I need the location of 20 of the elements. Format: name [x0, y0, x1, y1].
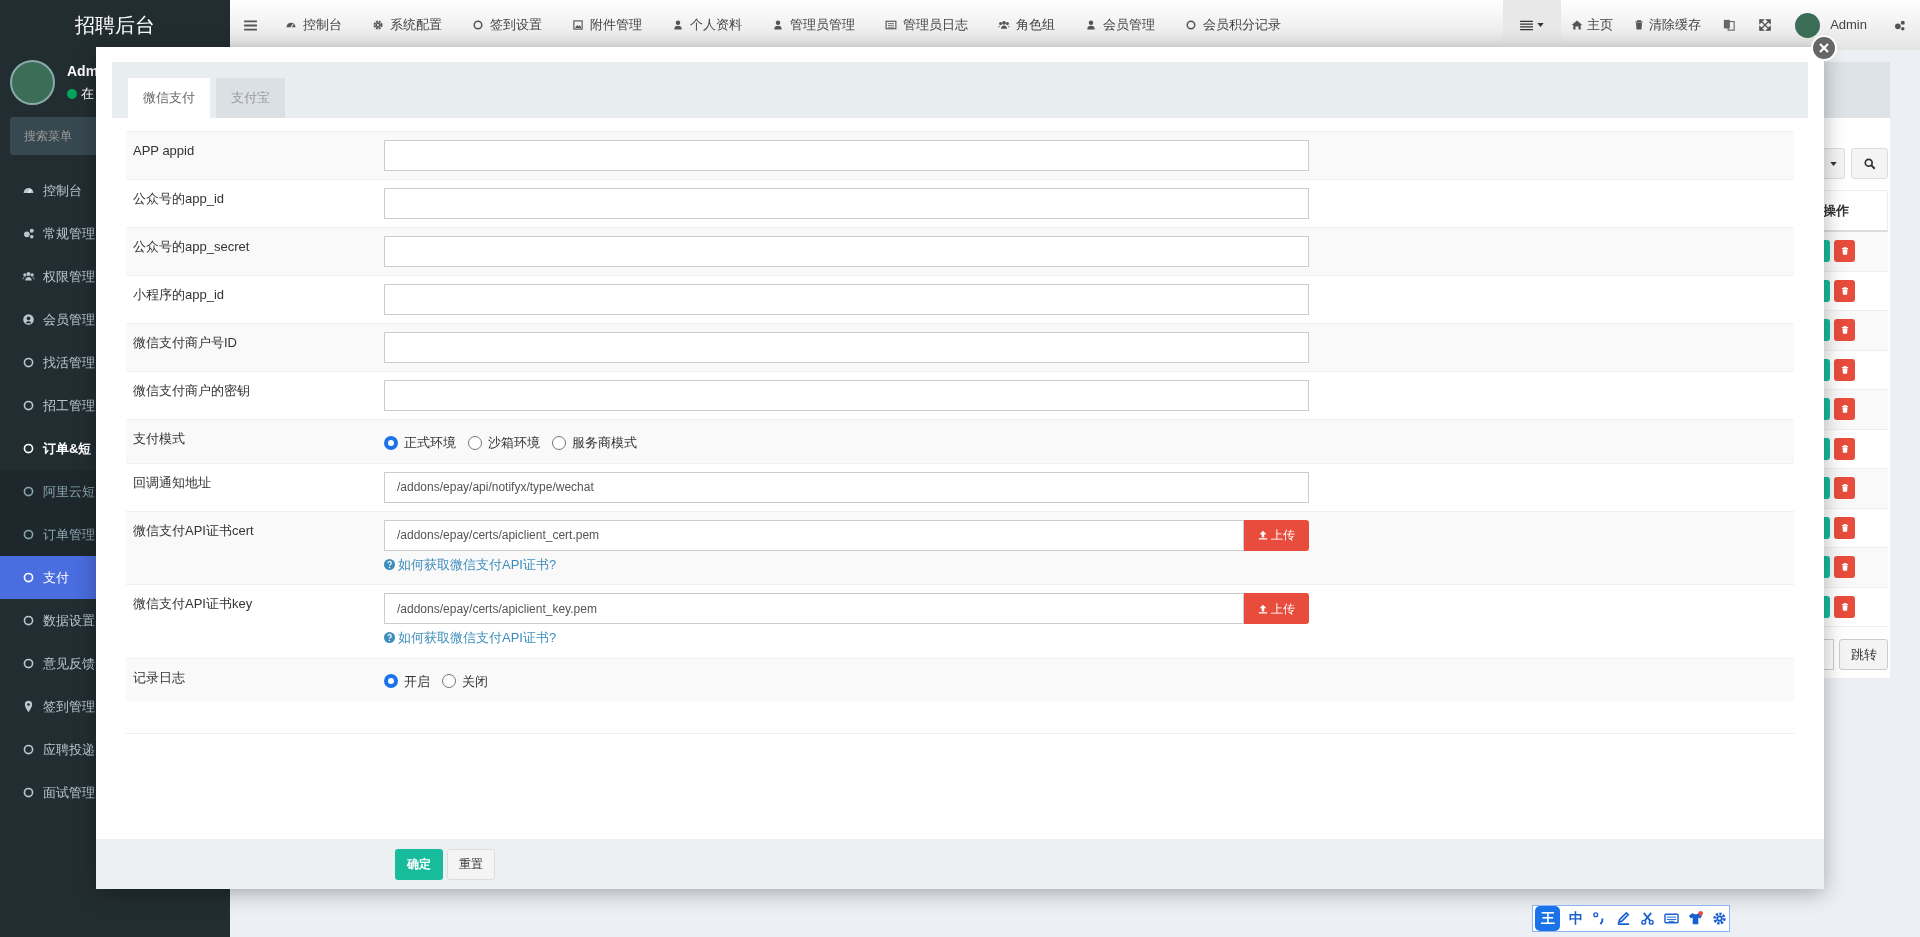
field-label: APP appid [132, 142, 196, 160]
field-label: 记录日志 [132, 668, 186, 687]
field-label: 小程序的app_id [132, 286, 226, 304]
radio-label: 服务商模式 [572, 434, 637, 452]
radio-label: 正式环境 [404, 434, 456, 452]
user-name: Adm [67, 62, 99, 82]
radio-label: 开启 [404, 672, 430, 691]
field-label: 公众号的app_id [132, 190, 226, 208]
field-label: 微信支付API证书key [132, 595, 254, 613]
radio-label: 沙箱环境 [488, 434, 540, 452]
field-label: 回调通知地址 [132, 473, 212, 492]
field-label: 支付模式 [132, 430, 186, 448]
status-text: 在 [81, 85, 94, 104]
logo-text: 招聘后台 [75, 13, 155, 38]
field-label: 微信支付商户号ID [132, 334, 238, 352]
field-label: 公众号的app_secret [132, 238, 251, 256]
field-label: 微信支付商户的密钥 [132, 382, 251, 400]
table-header-cell-text: 操作 [1823, 201, 1849, 220]
radio-label: 关闭 [462, 672, 488, 691]
field-label: 微信支付API证书cert [132, 521, 255, 540]
